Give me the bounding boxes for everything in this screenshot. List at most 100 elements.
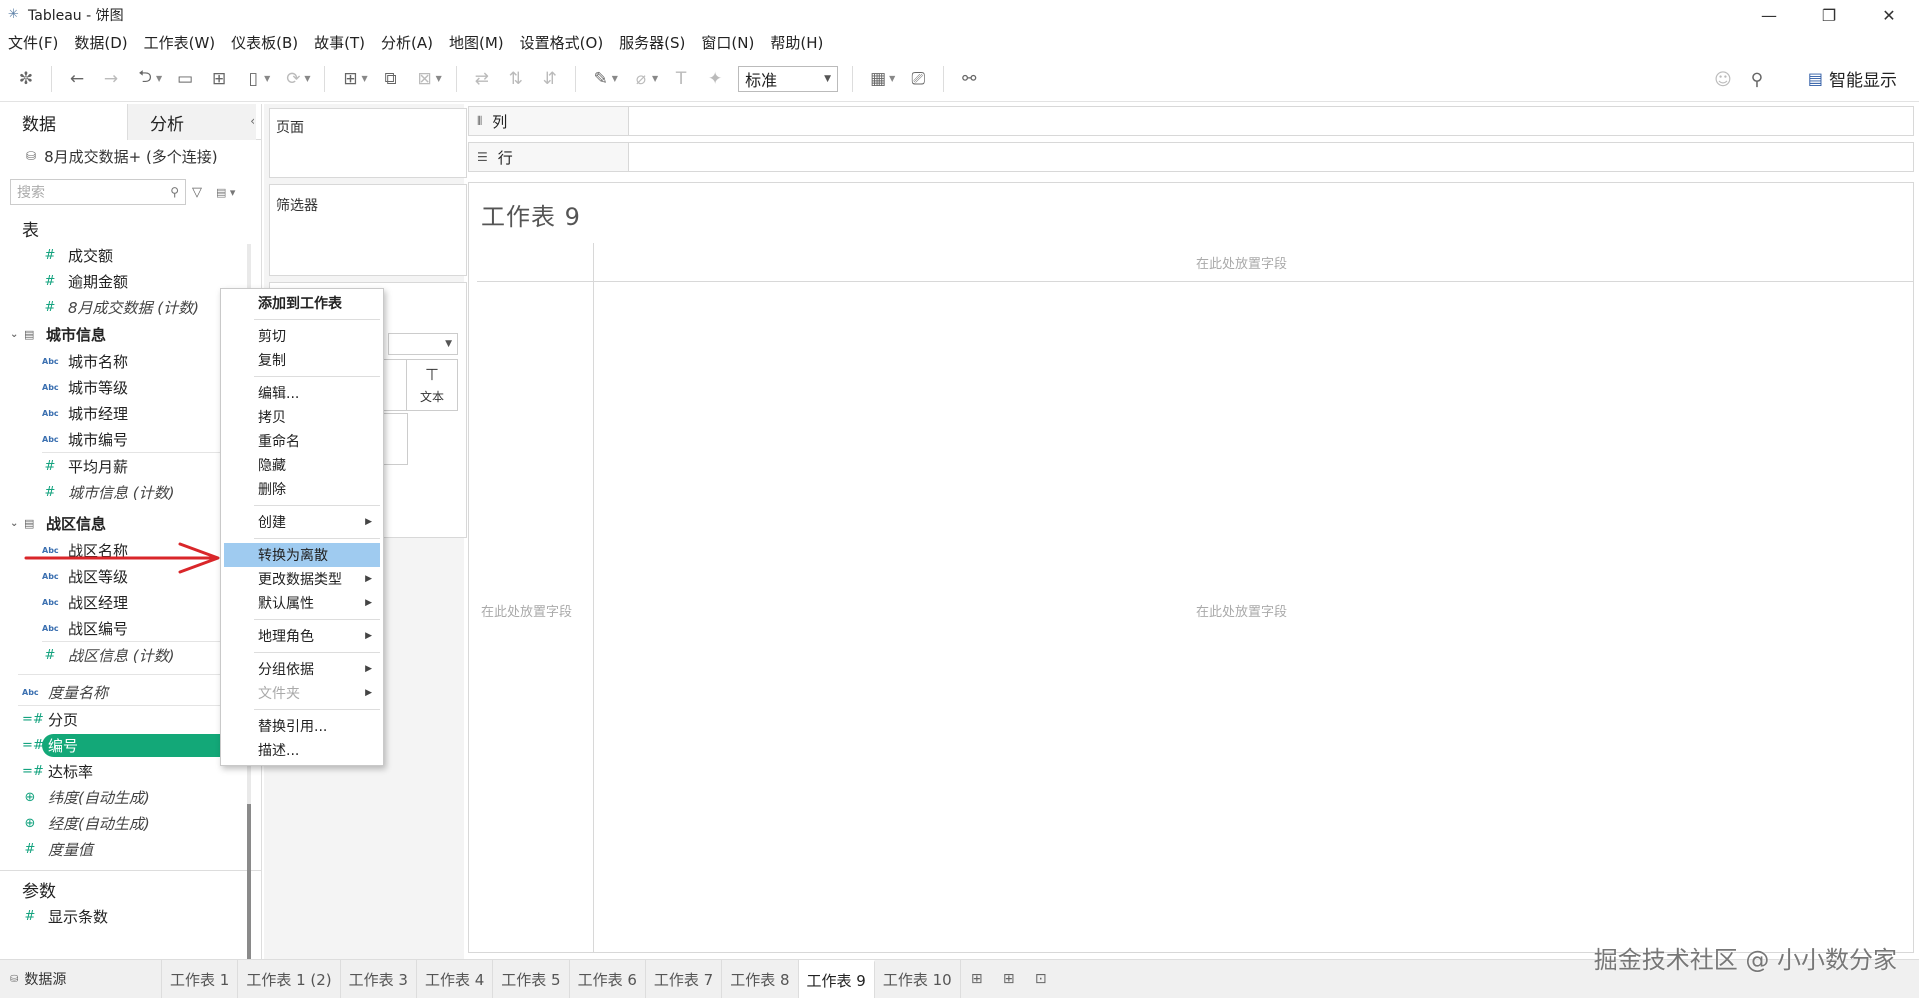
smart-show-button[interactable]: ▤ 智能显示 [1808,66,1897,91]
rows-shelf[interactable]: ☰ 行 [468,142,1914,172]
new-worksheet-icon[interactable]: ⊞ [961,960,993,998]
maximize-button[interactable]: ❐ [1799,0,1859,30]
menu-item[interactable]: 复制 [224,348,380,372]
save-icon[interactable]: ▭ [171,65,199,93]
field-item[interactable]: # 度量值 [0,836,262,862]
menu-help[interactable]: 帮助(H) [762,32,831,53]
drop-zone-rows[interactable]: 在此处放置字段 [481,601,572,620]
parameter-item[interactable]: # 显示条数 [0,903,262,929]
menu-file[interactable]: 文件(F) [0,32,66,53]
viz-canvas[interactable]: 工作表 9 在此处放置字段 在此处放置字段 在此处放置字段 [468,182,1914,953]
show-cards-icon[interactable]: ▦ [864,65,892,93]
refresh-icon[interactable]: ⟳ [279,65,307,93]
scrollbar-thumb[interactable] [247,804,251,984]
menu-item[interactable]: 默认属性 ▶ [224,591,380,615]
menu-item-convert-discrete[interactable]: 转换为离散 [224,543,380,567]
menu-item[interactable]: 剪切 [224,324,380,348]
pages-shelf[interactable]: 页面 [269,108,467,178]
group-members-icon[interactable]: ⌀ [627,65,655,93]
swap-axes-icon[interactable]: ⇄ [468,65,496,93]
new-dashboard-icon[interactable]: ⊞ [993,960,1025,998]
sheet-tab[interactable]: 工作表 7 [646,959,723,998]
menu-analysis[interactable]: 分析(A) [373,32,441,53]
fit-select[interactable]: 标准 ▼ [738,65,839,92]
datasource-row[interactable]: ⛁ 8月成交数据+ (多个连接) [0,140,261,172]
datasource-tab[interactable]: ⛁ 数据源 [0,959,162,998]
menu-map[interactable]: 地图(M) [441,32,512,53]
minimize-button[interactable]: — [1739,0,1799,30]
menu-item[interactable]: 重命名 [224,429,380,453]
share-icon[interactable]: ⚯ [955,65,983,93]
drop-zone-center[interactable]: 在此处放置字段 [1196,601,1287,620]
pin-icon[interactable]: ⚲ [1743,66,1771,94]
collapse-pane-icon[interactable]: ‹ [250,114,255,128]
menu-format[interactable]: 设置格式(O) [512,32,612,53]
tableau-home-icon[interactable]: ✼ [12,65,40,93]
menu-item[interactable]: 替换引用... [224,714,380,738]
sort-desc-icon[interactable]: ⇵ [536,65,564,93]
field-item[interactable]: # 成交额 [0,242,262,268]
pause-dropdown-icon[interactable]: ▼ [264,74,270,83]
sheet-tab[interactable]: 工作表 1 (2) [238,959,341,998]
field-item[interactable]: ⊕ 纬度(自动生成) [0,784,262,810]
view-options-icon[interactable]: ▤ ▾ [216,186,235,199]
group-dropdown-icon[interactable]: ▼ [652,74,658,83]
undo-icon[interactable]: ← [63,65,91,93]
new-datasource-icon[interactable]: ⊞ [205,65,233,93]
filter-icon[interactable]: ▽ [192,185,202,200]
redo-icon[interactable]: → [97,65,125,93]
highlight-icon[interactable]: ✎ [587,65,615,93]
menu-server[interactable]: 服务器(S) [611,32,693,53]
sheet-tab[interactable]: 工作表 8 [722,959,799,998]
close-button[interactable]: ✕ [1859,0,1919,30]
sheet-tab[interactable]: 工作表 1 [162,959,239,998]
refresh-dropdown-icon[interactable]: ▼ [304,74,310,83]
menu-item[interactable]: 添加到工作表 [224,291,380,315]
presentation-mode-icon[interactable]: ⎚ [904,65,932,93]
search-input[interactable]: 搜索 ⚲ [10,179,186,205]
mark-type-select[interactable]: ▼ [388,333,458,355]
sort-asc-icon[interactable]: ⇅ [502,65,530,93]
cards-dropdown-icon[interactable]: ▼ [889,74,895,83]
sheet-tab[interactable]: 工作表 3 [341,959,417,998]
menu-worksheet[interactable]: 工作表(W) [136,32,224,53]
drop-zone-columns[interactable]: 在此处放置字段 [1196,253,1287,272]
replay-dropdown-icon[interactable]: ▼ [156,74,162,83]
sheet-tab[interactable]: 工作表 6 [570,959,646,998]
columns-shelf[interactable]: ⦀ 列 [468,106,1914,136]
filters-shelf[interactable]: 筛选器 [269,184,467,276]
menu-item[interactable]: 创建 ▶ [224,510,380,534]
clear-dropdown-icon[interactable]: ▼ [436,74,442,83]
fix-axes-icon[interactable]: ✦ [701,65,729,93]
tab-data[interactable]: 数据 [0,104,128,140]
menu-item[interactable]: 更改数据类型 ▶ [224,567,380,591]
menu-item[interactable]: 删除 [224,477,380,501]
replay-icon[interactable]: ⮌ [131,65,159,93]
sheet-tab[interactable]: 工作表 10 [875,959,961,998]
field-item[interactable]: ⊕ 经度(自动生成) [0,810,262,836]
menu-dashboard[interactable]: 仪表板(B) [223,32,306,53]
new-worksheet-icon[interactable]: ⊞ [336,65,364,93]
tab-analysis[interactable]: 分析 [128,104,256,140]
sheet-tab-active[interactable]: 工作表 9 [798,959,875,998]
sheet-tab[interactable]: 工作表 5 [493,959,570,998]
menu-data[interactable]: 数据(D) [66,32,135,53]
text-mark-button[interactable]: ⊤ 文本 [406,359,458,411]
new-story-icon[interactable]: ⊡ [1025,960,1057,998]
menu-item[interactable]: 描述... [224,738,380,762]
menu-story[interactable]: 故事(T) [306,32,373,53]
duplicate-sheet-icon[interactable]: ⧉ [377,65,405,93]
menu-item[interactable]: 隐藏 [224,453,380,477]
show-labels-icon[interactable]: T [667,65,695,93]
menu-item[interactable]: 地理角色 ▶ [224,624,380,648]
sheet-tab[interactable]: 工作表 4 [417,959,494,998]
new-sheet-dropdown-icon[interactable]: ▼ [361,74,367,83]
pause-updates-icon[interactable]: ▯ [239,65,267,93]
highlight-dropdown-icon[interactable]: ▼ [612,74,618,83]
clear-sheet-icon[interactable]: ⊠ [411,65,439,93]
menu-item[interactable]: 分组依据 ▶ [224,657,380,681]
menu-window[interactable]: 窗口(N) [693,32,762,53]
ask-data-icon[interactable]: ☺ [1709,66,1737,94]
menu-item[interactable]: 编辑... [224,381,380,405]
menu-item[interactable]: 拷贝 [224,405,380,429]
